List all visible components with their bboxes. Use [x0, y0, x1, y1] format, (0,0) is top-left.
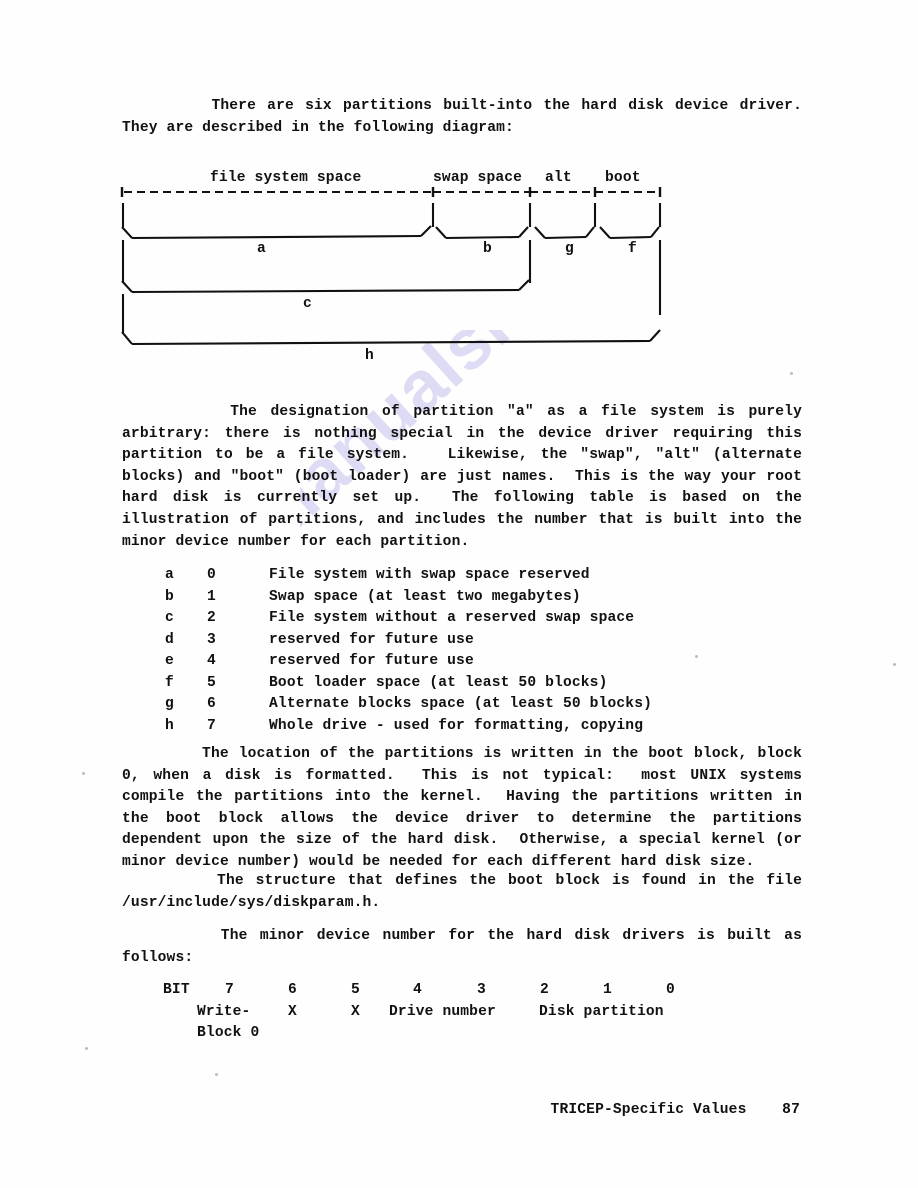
partition-description: Swap space (at least two megabytes)	[269, 588, 581, 605]
page-footer: TRICEP-Specific Values 87	[0, 1102, 800, 1118]
partition-letter: f	[165, 674, 174, 691]
paragraph-structure: The structure that defines the boot bloc…	[122, 873, 811, 911]
table-row: g 6 Alternate blocks space (at least 50 …	[165, 694, 652, 716]
bit-4-label: 4	[413, 982, 422, 998]
drive-number-span: Drive number	[389, 1003, 496, 1020]
scan-speck	[215, 1073, 218, 1076]
partition-letter: e	[165, 653, 174, 669]
diagram-brace-f	[599, 226, 660, 240]
partition-minor: 6	[207, 696, 216, 712]
diagram-brace-a	[121, 225, 432, 240]
diagram-brace-h	[121, 329, 661, 346]
scan-speck	[695, 655, 698, 658]
table-row: h 7 Whole drive - used for formatting, c…	[165, 716, 652, 738]
footer-spacer	[755, 1102, 773, 1118]
bit-6-value-x: X	[288, 1003, 297, 1020]
diagram-brace-b	[435, 226, 529, 240]
partition-minor: 4	[207, 653, 216, 669]
table-row: b 1 Swap space (at least two megabytes)	[165, 587, 652, 609]
table-row: d 3 reserved for future use	[165, 630, 652, 652]
bit-2-label: 2	[540, 982, 549, 998]
partition-table-body: a 0 File system with swap space reserved…	[165, 565, 652, 737]
partition-table: a 0 File system with swap space reserved…	[165, 565, 652, 737]
bit-3-label: 3	[477, 982, 486, 998]
partition-description: reserved for future use	[269, 631, 474, 648]
disk-partition-span: Disk partition	[539, 1003, 664, 1020]
partition-diagram: file system space swap space alt boot a …	[0, 0, 918, 380]
partition-minor: 3	[207, 631, 216, 648]
partition-letter: c	[165, 610, 174, 626]
partition-minor: 0	[207, 567, 216, 583]
partition-description: File system with swap space reserved	[269, 567, 590, 583]
table-row: f 5 Boot loader space (at least 50 block…	[165, 673, 652, 695]
partition-description: Boot loader space (at least 50 blocks)	[269, 674, 608, 691]
partition-minor: 1	[207, 588, 216, 605]
footer-title: TRICEP-Specific Values	[550, 1102, 747, 1118]
bit-7-value-block0: Block 0	[197, 1025, 260, 1041]
page-number: 87	[782, 1102, 800, 1118]
partition-letter: b	[165, 588, 174, 605]
bit-6-label: 6	[288, 982, 297, 998]
paragraph-designation: The designation of partition "a" as a fi…	[122, 404, 811, 550]
table-row: c 2 File system without a reserved swap …	[165, 608, 652, 630]
partition-description: Alternate blocks space (at least 50 bloc…	[269, 696, 653, 712]
partition-description: File system without a reserved swap spac…	[269, 610, 635, 626]
scan-speck	[82, 772, 85, 775]
partition-letter: h	[165, 717, 174, 734]
partition-minor: 2	[207, 610, 216, 626]
scan-speck	[85, 1047, 88, 1050]
bit-5-label: 5	[351, 982, 360, 998]
bit-0-label: 0	[666, 982, 675, 998]
document-page: manualshive.com There are six partitions…	[0, 0, 918, 1188]
table-row: a 0 File system with swap space reserved	[165, 565, 652, 587]
bit-7-value-write: Write-	[197, 1003, 251, 1020]
diagram-row1-verticals	[121, 203, 662, 227]
partition-minor: 5	[207, 674, 216, 691]
diagram-brace-c	[121, 279, 530, 294]
partition-letter: g	[165, 696, 174, 712]
partition-description: Whole drive - used for formatting, copyi…	[269, 717, 644, 734]
scan-speck	[893, 663, 896, 666]
bit-7-label: 7	[225, 982, 234, 998]
partition-letter: a	[165, 567, 174, 583]
bit-1-label: 1	[603, 982, 612, 998]
partition-letter: d	[165, 631, 174, 648]
paragraph-minor-device: The minor device number for the hard dis…	[122, 928, 811, 966]
partition-description: reserved for future use	[269, 653, 474, 669]
partition-minor: 7	[207, 717, 216, 734]
bit-label: BIT	[163, 982, 190, 998]
bit-5-value-x: X	[351, 1003, 360, 1020]
diagram-brace-g	[534, 226, 595, 240]
table-row: e 4 reserved for future use	[165, 651, 652, 673]
paragraph-location: The location of the partitions is writte…	[122, 746, 811, 870]
diagram-svg	[120, 187, 662, 346]
diagram-row2-verticals	[121, 240, 662, 315]
